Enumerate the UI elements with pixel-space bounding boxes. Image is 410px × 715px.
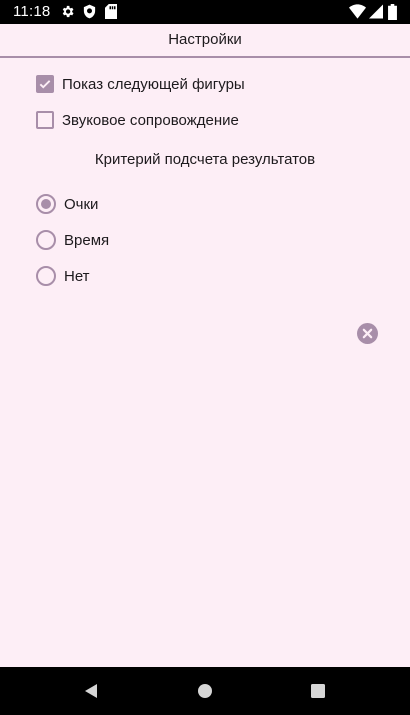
navigation-bar xyxy=(0,667,410,715)
radio-none-label: Нет xyxy=(64,267,90,285)
page-title: Настройки xyxy=(168,31,242,48)
status-time: 11:18 xyxy=(13,3,51,20)
battery-icon xyxy=(388,4,397,20)
radio-time-label: Время xyxy=(64,231,110,249)
signal-icon xyxy=(369,4,383,19)
radio-selected-icon xyxy=(36,194,56,214)
checkbox-checked-icon xyxy=(36,75,54,93)
radio-unselected-icon xyxy=(36,266,56,286)
checkbox-unchecked-icon xyxy=(36,111,54,129)
close-button[interactable] xyxy=(357,323,378,344)
back-icon[interactable] xyxy=(83,683,99,699)
show-next-shape-label: Показ следующей фигуры xyxy=(62,75,245,93)
show-next-shape-checkbox[interactable]: Показ следующей фигуры xyxy=(36,72,245,96)
radio-none[interactable]: Нет xyxy=(36,264,90,288)
radio-unselected-icon xyxy=(36,230,56,250)
sound-checkbox[interactable]: Звуковое сопровождение xyxy=(36,108,239,132)
status-bar: 11:18 xyxy=(0,0,410,24)
radio-points[interactable]: Очки xyxy=(36,192,98,216)
gear-icon xyxy=(62,5,74,18)
checkmark-icon xyxy=(39,80,51,89)
radio-time[interactable]: Время xyxy=(36,228,109,252)
home-icon[interactable] xyxy=(198,684,212,698)
recents-icon[interactable] xyxy=(311,684,325,698)
sd-card-icon xyxy=(105,4,117,19)
shield-icon xyxy=(83,4,96,19)
wifi-icon xyxy=(349,4,366,19)
sound-label: Звуковое сопровождение xyxy=(62,111,239,129)
app-header: Настройки xyxy=(0,24,410,58)
radio-points-label: Очки xyxy=(64,195,99,213)
close-icon xyxy=(362,328,373,339)
scoring-section-title: Критерий подсчета результатов xyxy=(94,151,316,168)
